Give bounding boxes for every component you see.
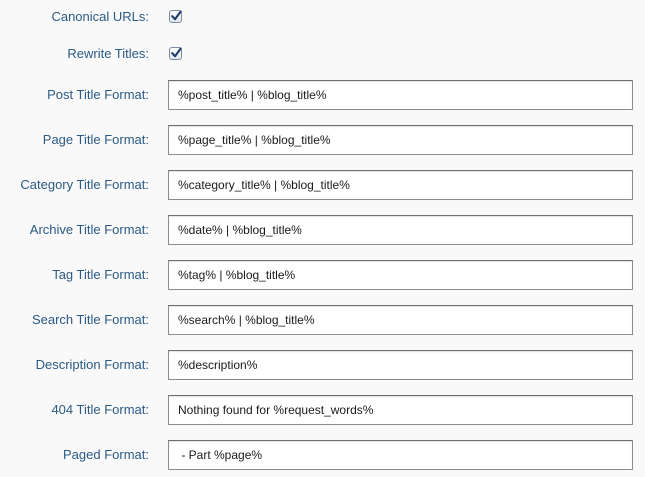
tag-title-format-input[interactable] <box>168 260 633 290</box>
archive-title-format-label: Archive Title Format: <box>29 222 149 237</box>
search-title-format-input[interactable] <box>168 305 633 335</box>
checkmark-icon <box>171 10 182 21</box>
tag-title-format-label: Tag Title Format: <box>52 267 149 282</box>
title-settings-form: Canonical URLs: Rewrite Titles: Post Tit… <box>0 0 645 477</box>
404-title-format-label: 404 Title Format: <box>51 402 149 417</box>
search-title-format-label: Search Title Format: <box>31 312 149 327</box>
paged-format-label: Paged Format: <box>63 447 149 462</box>
page-title-format-input[interactable] <box>168 125 633 155</box>
rewrite-titles-label: Rewrite Titles: <box>67 46 149 61</box>
post-title-format-label: Post Title Format: <box>47 87 149 102</box>
category-title-format-label: Category Title Format: <box>20 177 149 192</box>
description-format-input[interactable] <box>168 350 633 380</box>
post-title-format-input[interactable] <box>168 80 633 110</box>
checkmark-icon <box>171 47 182 58</box>
category-title-format-input[interactable] <box>168 170 633 200</box>
canonical-urls-label: Canonical URLs: <box>51 9 149 24</box>
description-format-label: Description Format: <box>35 357 149 372</box>
paged-format-input[interactable] <box>168 440 633 470</box>
archive-title-format-input[interactable] <box>168 215 633 245</box>
404-title-format-input[interactable] <box>168 395 633 425</box>
rewrite-titles-checkbox[interactable] <box>169 47 182 60</box>
canonical-urls-checkbox[interactable] <box>169 10 182 23</box>
page-title-format-label: Page Title Format: <box>42 132 149 147</box>
